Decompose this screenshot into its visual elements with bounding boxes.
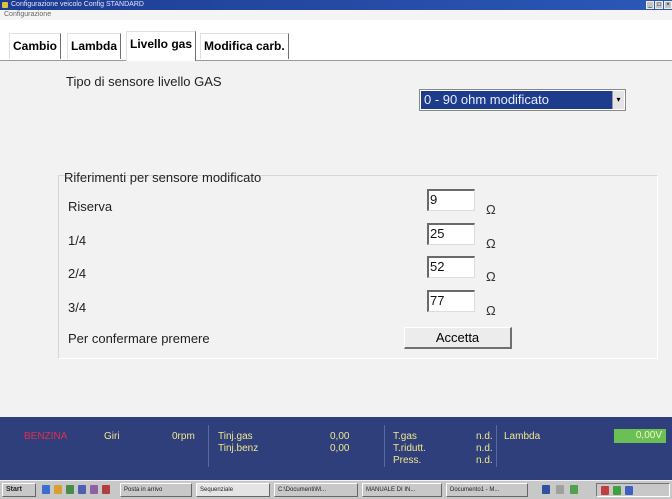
taskbar: Start Posta in arrivo Sequenziale C:\Doc… [0,480,672,499]
row-label-riserva: Riserva [68,199,113,214]
taskbar-item[interactable]: Sequenziale [196,483,270,497]
ie-icon[interactable] [42,485,50,494]
status-separator [208,425,209,467]
menu-bar: Configurazione [0,10,672,20]
livello-gas-panel: Tipo di sensore livello GAS 0 - 90 ohm m… [0,61,672,417]
sensor-type-value: 0 - 90 ohm modificato [421,91,612,109]
tridutt-label: T.ridutt. [393,443,426,454]
ohm-unit: Ω [486,236,496,251]
confirm-label: Per confermare premere [68,331,210,346]
taskbar-item[interactable]: MANUALE DI IN... [362,483,442,497]
row-label-2-4: 2/4 [68,266,87,281]
sensor-type-select[interactable]: 0 - 90 ohm modificato ▾ [419,89,626,111]
row-label-1-4: 1/4 [68,233,87,248]
sensor-type-label: Tipo di sensore livello GAS [66,74,222,89]
lambda-value: 0,00V [614,429,666,443]
row-label-3-4: 3/4 [68,300,87,315]
tinj-gas-value: 0,00 [330,431,350,442]
press-label: Press. [393,455,422,466]
outlook-icon[interactable] [78,485,86,494]
tgas-label: T.gas [393,431,417,442]
giri-label: Giri [104,431,120,442]
tinj-gas-label: Tinj.gas [218,431,253,442]
half-input[interactable]: 52 [427,256,475,278]
riserva-input[interactable]: 9 [427,189,475,211]
app-icon[interactable] [570,485,578,494]
tab-lambda[interactable]: Lambda [67,33,122,59]
word-icon[interactable] [90,485,98,494]
dropdown-arrow-icon[interactable]: ▾ [612,91,624,109]
close-button[interactable]: × [664,1,672,9]
quarter-input[interactable]: 25 [427,223,475,245]
tab-livello-gas[interactable]: Livello gas [126,31,197,61]
ohm-unit: Ω [486,303,496,318]
tray-icon[interactable] [613,486,621,495]
app-icon[interactable] [542,485,550,494]
tinj-benz-label: Tinj.benz [218,443,259,454]
start-button[interactable]: Start [2,483,36,497]
maximize-button[interactable]: □ [655,1,663,9]
status-separator [384,425,385,467]
three-quarter-input[interactable]: 77 [427,290,475,312]
app-icon[interactable] [556,485,564,494]
app-icon[interactable] [102,485,110,494]
accetta-button[interactable]: Accetta [404,327,512,349]
status-separator [496,425,497,467]
system-tray [596,483,670,497]
tray-icon[interactable] [601,486,609,495]
ohm-unit: Ω [486,269,496,284]
tgas-value: n.d. [476,431,493,442]
taskbar-item[interactable]: C:\Documenti\M... [274,483,358,497]
window-title: Configurazione veicolo Config STANDARD [11,1,144,8]
app-icon [2,2,8,8]
tray-icon[interactable] [625,486,633,495]
tab-strip: Cambio Lambda Livello gas Modifica carb. [0,20,672,61]
taskbar-item[interactable]: Documento1 - M... [446,483,528,497]
giri-value: 0rpm [172,431,195,442]
press-value: n.d. [476,455,493,466]
desktop-icon[interactable] [66,485,74,494]
group-title: Riferimenti per sensore modificato [64,170,262,185]
tab-modifica-carb[interactable]: Modifica carb. [200,33,289,59]
minimize-button[interactable]: _ [646,1,654,9]
menu-configurazione[interactable]: Configurazione [4,10,51,20]
folder-icon[interactable] [54,485,62,494]
tinj-benz-value: 0,00 [330,443,350,454]
tab-cambio[interactable]: Cambio [9,33,62,59]
ohm-unit: Ω [486,202,496,217]
fuel-status: BENZINA [24,431,68,442]
tridutt-value: n.d. [476,443,493,454]
title-bar: Configurazione veicolo Config STANDARD _… [0,0,672,10]
taskbar-item[interactable]: Posta in arrivo [120,483,192,497]
lambda-label: Lambda [504,431,541,442]
status-bar: BENZINA Giri 0rpm Tinj.gas 0,00 Tinj.ben… [0,417,672,480]
